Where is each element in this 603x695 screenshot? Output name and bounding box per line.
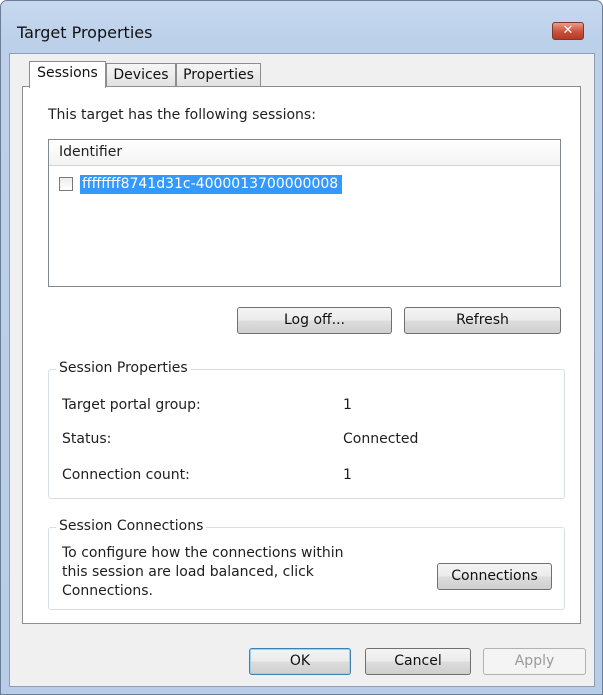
connection-count-value: 1 — [343, 467, 352, 483]
log-off-label: Log off... — [283, 312, 346, 328]
sessions-list[interactable]: Identifier — [48, 139, 561, 287]
cancel-label: Cancel — [394, 653, 442, 669]
session-connections-label: Session Connections — [56, 518, 207, 534]
connections-label: Connections — [451, 568, 538, 584]
connections-description-line-1: To configure how the connections within — [62, 545, 344, 561]
session-properties-label: Session Properties — [56, 360, 191, 376]
tab-sessions[interactable]: Sessions — [29, 61, 106, 88]
close-icon: ✕ — [562, 23, 574, 38]
tab-devices[interactable]: Devices — [106, 63, 176, 87]
apply-button[interactable]: Apply — [483, 648, 586, 675]
tab-label: Devices — [113, 67, 169, 83]
target-portal-group-value: 1 — [343, 397, 352, 413]
cancel-button[interactable]: Cancel — [365, 648, 471, 675]
log-off-button[interactable]: Log off... — [237, 307, 392, 334]
session-identifier[interactable]: ffffffff8741d31c-4000013700000008 — [80, 175, 343, 194]
tab-properties[interactable]: Properties — [176, 63, 261, 87]
connection-count-label: Connection count: — [62, 467, 190, 483]
connections-description-line-2: this session are load balanced, click — [62, 564, 314, 580]
target-portal-group-label: Target portal group: — [62, 397, 201, 413]
list-header[interactable]: Identifier — [49, 140, 560, 166]
connections-description-line-3: Connections. — [62, 583, 153, 599]
sessions-intro-text: This target has the following sessions: — [48, 107, 316, 123]
column-header-identifier[interactable]: Identifier — [59, 144, 122, 160]
tab-label: Sessions — [37, 65, 98, 81]
refresh-button[interactable]: Refresh — [404, 307, 561, 334]
ok-button[interactable]: OK — [249, 648, 351, 675]
status-label: Status: — [62, 431, 112, 447]
apply-label: Apply — [514, 653, 555, 669]
refresh-label: Refresh — [456, 312, 509, 328]
session-checkbox[interactable] — [59, 177, 73, 191]
status-value: Connected — [343, 431, 419, 447]
ok-label: OK — [289, 653, 311, 669]
window-title: Target Properties — [17, 23, 153, 42]
tab-label: Properties — [183, 67, 254, 83]
close-button[interactable]: ✕ — [552, 22, 584, 40]
connections-button[interactable]: Connections — [437, 563, 552, 590]
